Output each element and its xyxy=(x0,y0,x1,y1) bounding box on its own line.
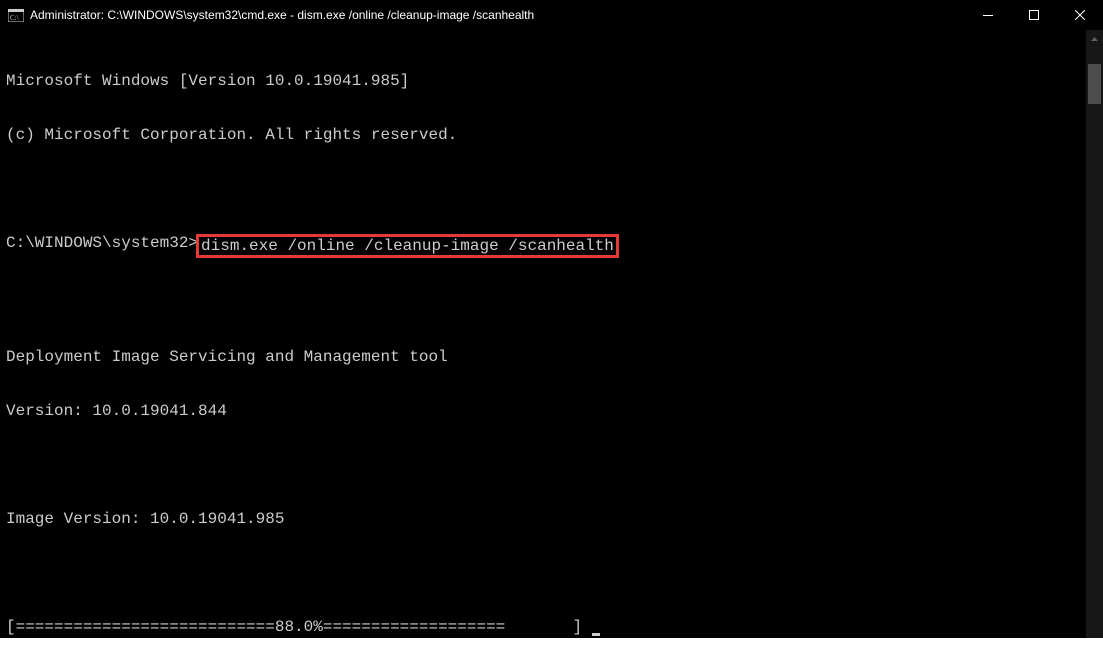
output-line: Deployment Image Servicing and Managemen… xyxy=(6,348,1086,366)
scroll-up-arrow-icon[interactable] xyxy=(1086,30,1103,47)
output-line: Version: 10.0.19041.844 xyxy=(6,402,1086,420)
output-line xyxy=(6,564,1086,582)
output-line: (c) Microsoft Corporation. All rights re… xyxy=(6,126,1086,144)
vertical-scrollbar[interactable] xyxy=(1086,30,1103,638)
output-line: Microsoft Windows [Version 10.0.19041.98… xyxy=(6,72,1086,90)
close-button[interactable] xyxy=(1057,0,1103,30)
scroll-thumb[interactable] xyxy=(1088,64,1101,104)
cmd-window: C:\ Administrator: C:\WINDOWS\system32\c… xyxy=(0,0,1103,638)
output-line: Image Version: 10.0.19041.985 xyxy=(6,510,1086,528)
window-title: Administrator: C:\WINDOWS\system32\cmd.e… xyxy=(30,8,965,22)
svg-text:C:\: C:\ xyxy=(10,14,19,22)
window-controls xyxy=(965,0,1103,30)
highlighted-command: dism.exe /online /cleanup-image /scanhea… xyxy=(196,234,619,258)
terminal-output[interactable]: Microsoft Windows [Version 10.0.19041.98… xyxy=(0,30,1086,638)
cursor xyxy=(592,633,600,636)
command-line: C:\WINDOWS\system32>dism.exe /online /cl… xyxy=(6,234,1086,258)
minimize-button[interactable] xyxy=(965,0,1011,30)
prompt-text: C:\WINDOWS\system32> xyxy=(6,234,198,252)
progress-line: [===========================88.0%=======… xyxy=(6,618,1086,636)
output-line xyxy=(6,180,1086,198)
titlebar[interactable]: C:\ Administrator: C:\WINDOWS\system32\c… xyxy=(0,0,1103,30)
maximize-button[interactable] xyxy=(1011,0,1057,30)
cmd-icon: C:\ xyxy=(8,8,24,22)
progress-bar-text: [===========================88.0%=======… xyxy=(6,618,592,636)
output-line xyxy=(6,294,1086,312)
output-line xyxy=(6,456,1086,474)
